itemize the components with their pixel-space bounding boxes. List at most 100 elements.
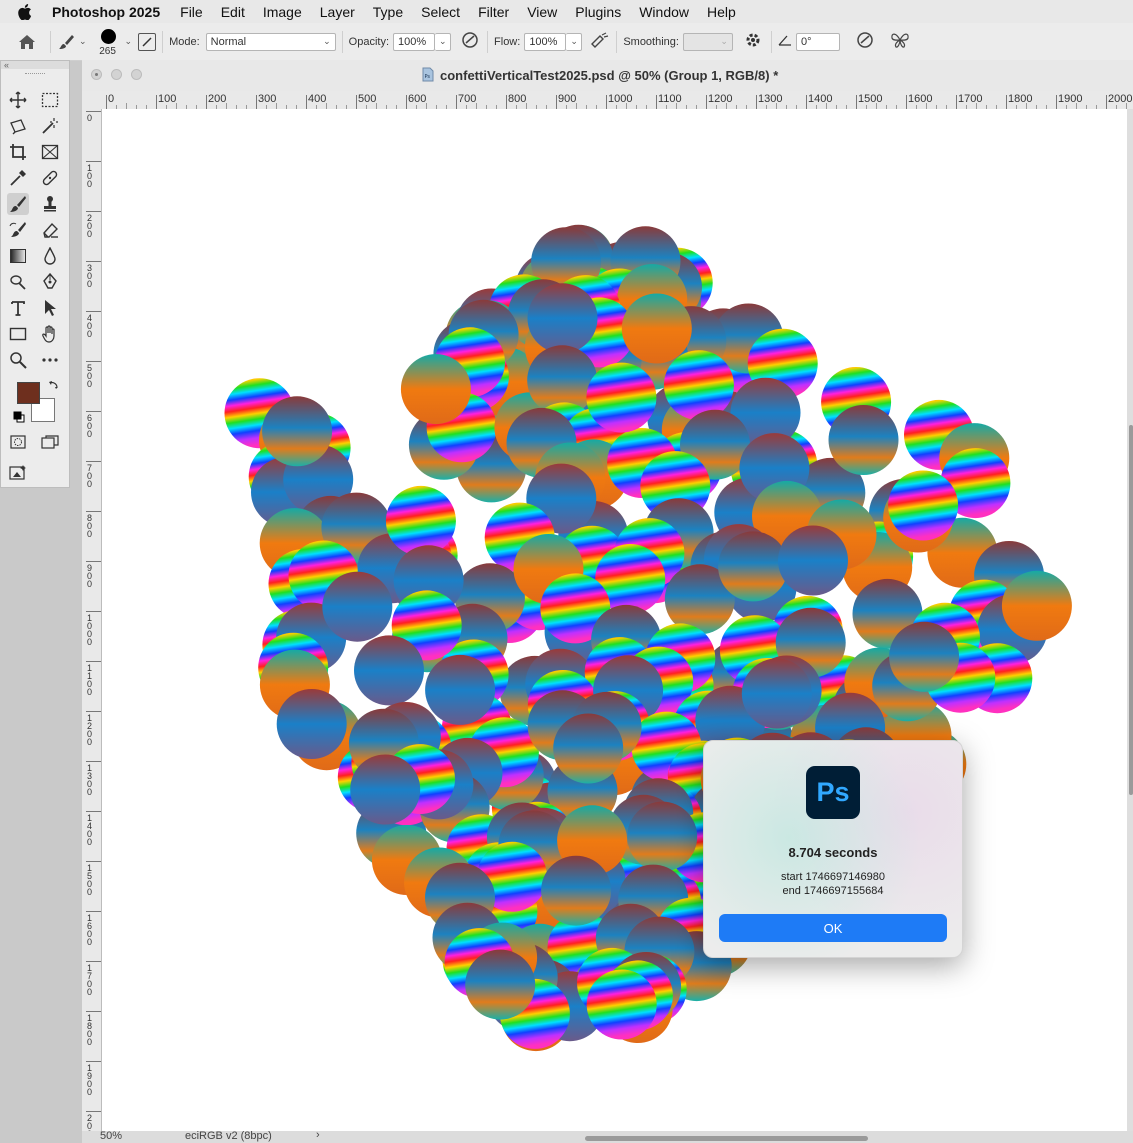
gear-icon[interactable] bbox=[745, 32, 765, 51]
ruler-h-tick bbox=[556, 95, 557, 109]
color-profile: eciRGB v2 (8bpc) bbox=[185, 1130, 272, 1142]
menu-help[interactable]: Help bbox=[707, 4, 736, 20]
dialog-end-time: end 1746697155684 bbox=[782, 885, 884, 897]
chevron-down-icon[interactable]: ⌄ bbox=[125, 36, 133, 47]
ruler-v-tick bbox=[86, 961, 101, 962]
options-bar: ⌄ 265 ⌄ Mode: Normal ⌄ Opacity: 100% ⌄ F… bbox=[0, 23, 1133, 61]
canvas[interactable] bbox=[102, 109, 1127, 1131]
confetti-dot bbox=[276, 689, 347, 759]
pressure-opacity-icon[interactable] bbox=[461, 31, 481, 52]
horizontal-ruler[interactable]: 0 100 200 300 400 500 600 700 800 900 1000 1100 1200… bbox=[82, 91, 1133, 110]
ruler-v-tick bbox=[86, 1061, 101, 1062]
swap-colors-icon[interactable] bbox=[48, 379, 60, 391]
brush-size-picker[interactable]: 265 bbox=[95, 26, 121, 58]
airbrush-icon[interactable] bbox=[590, 32, 610, 51]
path-selection-tool[interactable] bbox=[39, 297, 61, 319]
ruler-h-tick bbox=[706, 95, 707, 109]
ruler-v-tick bbox=[86, 411, 101, 412]
smoothing-input[interactable]: ⌄ bbox=[682, 32, 733, 51]
default-colors-icon[interactable] bbox=[13, 411, 25, 423]
marquee-tool[interactable] bbox=[39, 89, 61, 111]
generative-edit-icon[interactable] bbox=[7, 461, 29, 483]
angle-input[interactable]: 0° bbox=[795, 32, 840, 51]
menu-file[interactable]: File bbox=[180, 4, 203, 20]
dodge-tool[interactable] bbox=[7, 271, 29, 293]
menu-app-name[interactable]: Photoshop 2025 bbox=[52, 4, 160, 20]
crop-tool[interactable] bbox=[7, 141, 29, 163]
menu-edit[interactable]: Edit bbox=[221, 4, 245, 20]
pen-tool[interactable] bbox=[39, 271, 61, 293]
quick-mask-icon[interactable] bbox=[7, 431, 29, 453]
ruler-v-tick bbox=[86, 861, 101, 862]
ruler-v-label: 1000 bbox=[87, 613, 93, 647]
zoom-window-button[interactable] bbox=[131, 69, 142, 80]
eraser-tool[interactable] bbox=[39, 219, 61, 241]
mode-select[interactable]: Normal ⌄ bbox=[205, 32, 336, 51]
confetti-dot bbox=[778, 525, 848, 596]
opacity-dropdown[interactable]: ⌄ bbox=[435, 32, 452, 51]
chevron-down-icon[interactable]: ⌄ bbox=[79, 36, 87, 47]
divider bbox=[770, 30, 772, 53]
menu-view[interactable]: View bbox=[527, 4, 557, 20]
close-window-button[interactable] bbox=[91, 69, 102, 80]
tools-panel-grip[interactable] bbox=[25, 73, 45, 82]
document-titlebar[interactable]: Ps confettiVerticalTest2025.psd @ 50% (G… bbox=[82, 60, 1133, 92]
pressure-size-icon[interactable] bbox=[856, 31, 876, 52]
ruler-h-label: 1200 bbox=[708, 93, 733, 105]
move-tool[interactable] bbox=[7, 89, 29, 111]
foreground-color-swatch[interactable] bbox=[17, 382, 40, 404]
ruler-v-tick bbox=[86, 461, 101, 462]
menu-image[interactable]: Image bbox=[263, 4, 302, 20]
menu-window[interactable]: Window bbox=[639, 4, 689, 20]
menu-filter[interactable]: Filter bbox=[478, 4, 509, 20]
zoom-level[interactable]: 50% bbox=[100, 1130, 122, 1142]
tools-panel-header[interactable]: « bbox=[1, 61, 69, 70]
ruler-v-tick bbox=[86, 361, 101, 362]
clone-stamp-tool[interactable] bbox=[39, 193, 61, 215]
chevron-right-icon[interactable]: › bbox=[316, 1129, 320, 1141]
confetti-dot bbox=[553, 713, 624, 784]
brush-settings-panel-icon[interactable] bbox=[138, 32, 157, 51]
horizontal-scrollbar-thumb[interactable] bbox=[585, 1136, 868, 1141]
brush-tool[interactable] bbox=[7, 193, 29, 215]
menu-layer[interactable]: Layer bbox=[320, 4, 355, 20]
hand-tool[interactable] bbox=[39, 323, 61, 345]
ruler-h-label: 0 bbox=[108, 93, 115, 105]
history-brush-tool[interactable] bbox=[7, 219, 29, 241]
eyedropper-tool[interactable] bbox=[7, 167, 29, 189]
frame-tool[interactable] bbox=[39, 141, 61, 163]
magic-wand-tool[interactable] bbox=[39, 115, 61, 137]
brush-tip-icon bbox=[100, 28, 116, 44]
ruler-h-label: 400 bbox=[308, 93, 327, 105]
symmetry-butterfly-icon[interactable] bbox=[890, 31, 910, 52]
home-icon[interactable] bbox=[16, 31, 38, 53]
opacity-input[interactable]: 100% bbox=[393, 32, 436, 51]
menu-select[interactable]: Select bbox=[421, 4, 460, 20]
zoom-tool[interactable] bbox=[7, 349, 29, 371]
type-tool[interactable] bbox=[7, 297, 29, 319]
confetti-dot bbox=[350, 754, 421, 825]
ruler-h-label: 1800 bbox=[1008, 93, 1033, 105]
ok-button[interactable]: OK bbox=[719, 914, 947, 942]
brush-tool-preset-icon[interactable] bbox=[57, 33, 79, 51]
vertical-ruler[interactable]: 0 100 200 300 400 500 600 700 800 900 1000 1100 1200… bbox=[82, 109, 102, 1131]
minimize-window-button[interactable] bbox=[111, 69, 122, 80]
blur-tool[interactable] bbox=[39, 245, 61, 267]
ruler-v-tick bbox=[86, 911, 101, 912]
gradient-tool[interactable] bbox=[7, 245, 29, 267]
menu-plugins[interactable]: Plugins bbox=[575, 4, 621, 20]
mode-value: Normal bbox=[210, 35, 247, 48]
ruler-v-tick bbox=[86, 811, 101, 812]
rectangle-tool[interactable] bbox=[7, 323, 29, 345]
confetti-dot bbox=[828, 405, 899, 475]
lasso-tool[interactable] bbox=[7, 115, 29, 137]
more-tools-icon[interactable] bbox=[39, 349, 61, 371]
flow-input[interactable]: 100% bbox=[524, 32, 567, 51]
screen-mode-icon[interactable] bbox=[39, 431, 61, 453]
healing-brush-tool[interactable] bbox=[39, 167, 61, 189]
vertical-scrollbar-thumb[interactable] bbox=[1129, 425, 1133, 795]
apple-icon[interactable] bbox=[18, 3, 32, 20]
svg-text:Ps: Ps bbox=[425, 74, 431, 80]
flow-dropdown[interactable]: ⌄ bbox=[566, 32, 583, 51]
menu-type[interactable]: Type bbox=[373, 4, 403, 20]
